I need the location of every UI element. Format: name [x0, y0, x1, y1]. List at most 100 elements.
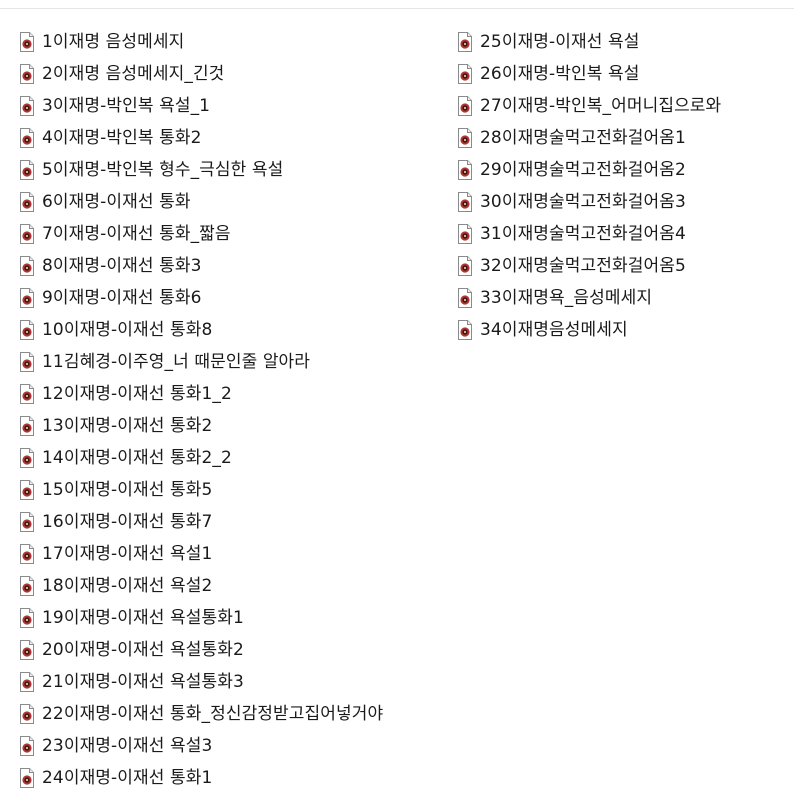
file-item[interactable]: 10이재명-이재선 통화8	[18, 314, 438, 346]
audio-file-icon	[20, 352, 34, 372]
file-item[interactable]: 13이재명-이재선 통화2	[18, 410, 438, 442]
audio-file-icon	[20, 544, 34, 564]
audio-file-icon	[458, 64, 472, 84]
audio-file-icon	[458, 96, 472, 116]
audio-file-icon	[20, 384, 34, 404]
audio-file-icon	[20, 224, 34, 244]
file-item[interactable]: 30이재명술먹고전화걸어옴3	[456, 186, 786, 218]
file-name: 17이재명-이재선 욕설1	[42, 544, 213, 564]
file-name: 8이재명-이재선 통화3	[42, 256, 202, 276]
file-item[interactable]: 33이재명욕_음성메세지	[456, 282, 786, 314]
file-name: 14이재명-이재선 통화2_2	[42, 448, 232, 468]
file-name: 28이재명술먹고전화걸어옴1	[480, 128, 686, 148]
audio-file-icon	[20, 704, 34, 724]
audio-file-icon	[20, 256, 34, 276]
file-name: 18이재명-이재선 욕설2	[42, 576, 213, 596]
audio-file-icon	[20, 448, 34, 468]
audio-file-icon	[20, 128, 34, 148]
file-name: 10이재명-이재선 통화8	[42, 320, 213, 340]
audio-file-icon	[458, 320, 472, 340]
file-name: 12이재명-이재선 통화1_2	[42, 384, 232, 404]
file-name: 3이재명-박인복 욕설_1	[42, 96, 211, 116]
file-list: 1이재명 음성메세지 2이재명 음성메세지_긴것 3이재명-박인복 욕설_1 4이재명…	[0, 0, 794, 798]
file-item[interactable]: 17이재명-이재선 욕설1	[18, 538, 438, 570]
file-item[interactable]: 26이재명-박인복 욕설	[456, 58, 786, 90]
file-item[interactable]: 29이재명술먹고전화걸어옴2	[456, 154, 786, 186]
audio-file-icon	[458, 256, 472, 276]
audio-file-icon	[20, 672, 34, 692]
file-name: 22이재명-이재선 통화_정신감정받고집어넣거야	[42, 704, 384, 724]
file-name: 1이재명 음성메세지	[42, 32, 185, 52]
audio-file-icon	[20, 736, 34, 756]
file-item[interactable]: 12이재명-이재선 통화1_2	[18, 378, 438, 410]
audio-file-icon	[458, 128, 472, 148]
audio-file-icon	[20, 480, 34, 500]
audio-file-icon	[20, 160, 34, 180]
file-column-left: 1이재명 음성메세지 2이재명 음성메세지_긴것 3이재명-박인복 욕설_1 4이재명…	[18, 26, 438, 794]
audio-file-icon	[20, 576, 34, 596]
file-item[interactable]: 32이재명술먹고전화걸어옴5	[456, 250, 786, 282]
audio-file-icon	[20, 96, 34, 116]
file-item[interactable]: 22이재명-이재선 통화_정신감정받고집어넣거야	[18, 698, 438, 730]
audio-file-icon	[20, 512, 34, 532]
file-item[interactable]: 20이재명-이재선 욕설통화2	[18, 634, 438, 666]
file-item[interactable]: 14이재명-이재선 통화2_2	[18, 442, 438, 474]
audio-file-icon	[20, 416, 34, 436]
file-item[interactable]: 7이재명-이재선 통화_짧음	[18, 218, 438, 250]
file-name: 23이재명-이재선 욕설3	[42, 736, 213, 756]
file-name: 13이재명-이재선 통화2	[42, 416, 213, 436]
file-item[interactable]: 25이재명-이재선 욕설	[456, 26, 786, 58]
file-name: 26이재명-박인복 욕설	[480, 64, 640, 84]
file-item[interactable]: 31이재명술먹고전화걸어옴4	[456, 218, 786, 250]
audio-file-icon	[20, 320, 34, 340]
file-name: 9이재명-이재선 통화6	[42, 288, 202, 308]
audio-file-icon	[458, 288, 472, 308]
audio-file-icon	[20, 288, 34, 308]
file-item[interactable]: 28이재명술먹고전화걸어옴1	[456, 122, 786, 154]
file-name: 25이재명-이재선 욕설	[480, 32, 640, 52]
file-item[interactable]: 1이재명 음성메세지	[18, 26, 438, 58]
file-name: 21이재명-이재선 욕설통화3	[42, 672, 244, 692]
audio-file-icon	[458, 224, 472, 244]
file-name: 27이재명-박인복_어머니집으로와	[480, 96, 722, 116]
audio-file-icon	[20, 608, 34, 628]
file-name: 34이재명음성메세지	[480, 320, 628, 340]
file-name: 2이재명 음성메세지_긴것	[42, 64, 225, 84]
file-item[interactable]: 9이재명-이재선 통화6	[18, 282, 438, 314]
file-name: 20이재명-이재선 욕설통화2	[42, 640, 244, 660]
file-name: 7이재명-이재선 통화_짧음	[42, 224, 231, 244]
file-item[interactable]: 6이재명-이재선 통화	[18, 186, 438, 218]
file-item[interactable]: 21이재명-이재선 욕설통화3	[18, 666, 438, 698]
file-item[interactable]: 23이재명-이재선 욕설3	[18, 730, 438, 762]
file-name: 30이재명술먹고전화걸어옴3	[480, 192, 686, 212]
file-item[interactable]: 34이재명음성메세지	[456, 314, 786, 346]
audio-file-icon	[458, 32, 472, 52]
file-item[interactable]: 16이재명-이재선 통화7	[18, 506, 438, 538]
file-name: 29이재명술먹고전화걸어옴2	[480, 160, 686, 180]
file-item[interactable]: 15이재명-이재선 통화5	[18, 474, 438, 506]
file-item[interactable]: 27이재명-박인복_어머니집으로와	[456, 90, 786, 122]
file-item[interactable]: 24이재명-이재선 통화1	[18, 762, 438, 794]
file-name: 24이재명-이재선 통화1	[42, 768, 213, 788]
file-item[interactable]: 18이재명-이재선 욕설2	[18, 570, 438, 602]
file-name: 16이재명-이재선 통화7	[42, 512, 213, 532]
file-item[interactable]: 2이재명 음성메세지_긴것	[18, 58, 438, 90]
audio-file-icon	[20, 64, 34, 84]
file-name: 31이재명술먹고전화걸어옴4	[480, 224, 686, 244]
file-name: 11김혜경-이주영_너 때문인줄 알아라	[42, 352, 311, 372]
file-item[interactable]: 19이재명-이재선 욕설통화1	[18, 602, 438, 634]
audio-file-icon	[458, 192, 472, 212]
file-name: 4이재명-박인복 통화2	[42, 128, 202, 148]
file-item[interactable]: 4이재명-박인복 통화2	[18, 122, 438, 154]
audio-file-icon	[20, 768, 34, 788]
file-name: 32이재명술먹고전화걸어옴5	[480, 256, 686, 276]
file-column-right: 25이재명-이재선 욕설 26이재명-박인복 욕설 27이재명-박인복_어머니집으로…	[456, 26, 786, 346]
audio-file-icon	[20, 640, 34, 660]
audio-file-icon	[20, 32, 34, 52]
file-item[interactable]: 5이재명-박인복 형수_극심한 욕설	[18, 154, 438, 186]
file-name: 33이재명욕_음성메세지	[480, 288, 653, 308]
file-item[interactable]: 8이재명-이재선 통화3	[18, 250, 438, 282]
file-item[interactable]: 3이재명-박인복 욕설_1	[18, 90, 438, 122]
file-name: 15이재명-이재선 통화5	[42, 480, 213, 500]
file-item[interactable]: 11김혜경-이주영_너 때문인줄 알아라	[18, 346, 438, 378]
